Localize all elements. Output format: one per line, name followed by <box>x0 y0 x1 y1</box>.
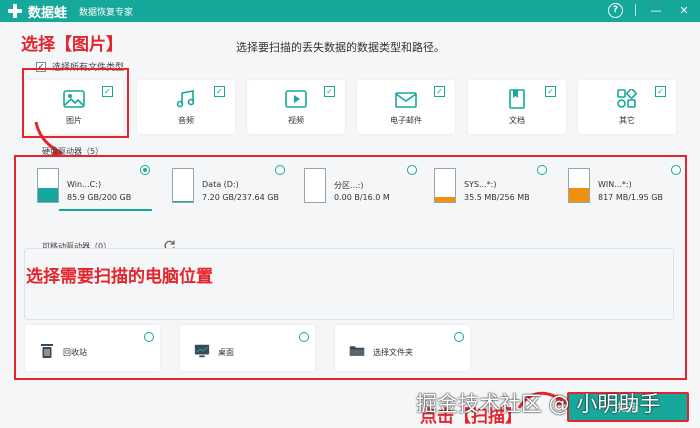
type-label: 其它 <box>619 116 635 125</box>
app-logo-icon <box>8 4 22 18</box>
location-radio[interactable] <box>454 332 464 342</box>
watermark-text: 掘金技术社区 @ 小明助手 <box>416 392 661 416</box>
type-label: 文档 <box>509 116 525 125</box>
drive-radio[interactable] <box>537 165 547 175</box>
drive-size: 35.5 MB/256 MB <box>464 193 530 202</box>
music-icon <box>174 88 198 110</box>
recycle-bin-icon <box>39 343 55 359</box>
annotation-step2: 选择需要扫描的电脑位置 <box>26 267 213 287</box>
type-label: 音频 <box>178 116 194 125</box>
type-card-email[interactable]: ✓ 电子邮件 <box>357 80 455 134</box>
location-label: 选择文件夹 <box>373 348 413 357</box>
document-icon <box>505 88 529 110</box>
type-card-video[interactable]: ✓ 视频 <box>247 80 345 134</box>
drive-icon <box>568 168 590 203</box>
app-title: 数据蛙 <box>28 5 68 21</box>
email-icon <box>394 88 418 110</box>
title-bar: 数据蛙 数据恢复专家 ? — ✕ <box>0 0 700 22</box>
checkbox-icon[interactable]: ✓ <box>545 86 556 97</box>
location-select-folder[interactable]: 选择文件夹 <box>335 325 470 371</box>
drive-item[interactable]: 分区...:) 0.00 B/16.0 M <box>296 161 421 211</box>
location-recycle-bin[interactable]: 回收站 <box>25 325 160 371</box>
video-icon <box>284 88 308 110</box>
drive-item[interactable]: Data (D:) 7.20 GB/237.64 GB <box>164 161 289 211</box>
checkbox-icon[interactable]: ✓ <box>324 86 335 97</box>
drive-icon <box>304 168 326 203</box>
window-controls: ? — ✕ <box>608 2 692 18</box>
checkbox-icon[interactable]: ✓ <box>214 86 225 97</box>
drive-icon <box>37 168 59 203</box>
help-icon[interactable]: ? <box>608 2 623 18</box>
annotation-step1: 选择【图片】 <box>21 35 123 55</box>
type-label: 视频 <box>288 116 304 125</box>
close-button[interactable]: ✕ <box>676 2 692 18</box>
minimize-button[interactable]: — <box>648 2 664 18</box>
other-icon <box>615 88 639 110</box>
drive-size: 7.20 GB/237.64 GB <box>202 193 279 202</box>
drive-size: 0.00 B/16.0 M <box>334 193 390 202</box>
type-card-other[interactable]: ✓ 其它 <box>578 80 676 134</box>
drive-usage-bar <box>38 187 58 202</box>
drive-item[interactable]: SYS...*:) 35.5 MB/256 MB <box>426 161 551 211</box>
location-radio[interactable] <box>144 332 154 342</box>
drive-size: 85.9 GB/200 GB <box>67 193 132 202</box>
drive-name: WIN...*:) <box>598 180 632 189</box>
instruction-text: 选择要扫描的丢失数据的数据类型和路径。 <box>236 41 445 54</box>
desktop-icon <box>194 343 210 359</box>
divider <box>635 4 636 16</box>
drive-radio[interactable] <box>275 165 285 175</box>
checkbox-icon[interactable]: ✓ <box>655 86 666 97</box>
drive-icon <box>172 168 194 203</box>
drive-radio[interactable] <box>140 165 150 175</box>
drive-size: 817 MB/1.95 GB <box>598 193 663 202</box>
app-subtitle: 数据恢复专家 <box>79 7 134 18</box>
checkbox-icon[interactable]: ✓ <box>434 86 445 97</box>
type-card-audio[interactable]: ✓ 音频 <box>137 80 235 134</box>
drive-usage-bar <box>173 201 193 202</box>
type-label: 电子邮件 <box>390 116 422 125</box>
drive-radio[interactable] <box>671 165 681 175</box>
hard-drives-title: 硬盘驱动器（5） <box>42 147 104 156</box>
drive-item[interactable]: Win...C:) 85.9 GB/200 GB <box>29 161 154 211</box>
drive-name: Data (D:) <box>202 180 239 189</box>
drive-usage-bar <box>569 188 589 202</box>
location-desktop[interactable]: 桌面 <box>180 325 315 371</box>
drive-radio[interactable] <box>407 165 417 175</box>
selected-underline <box>59 209 152 211</box>
drive-icon <box>434 168 456 203</box>
drive-name: 分区...:) <box>334 181 364 190</box>
folder-icon <box>349 343 365 359</box>
location-radio[interactable] <box>299 332 309 342</box>
drive-name: SYS...*:) <box>464 180 497 189</box>
type-card-document[interactable]: ✓ 文档 <box>468 80 566 134</box>
location-label: 回收站 <box>63 348 87 357</box>
location-label: 桌面 <box>218 348 234 357</box>
drive-item[interactable]: WIN...*:) 817 MB/1.95 GB <box>560 161 685 211</box>
drive-name: Win...C:) <box>67 180 102 189</box>
drive-usage-bar <box>435 197 455 202</box>
